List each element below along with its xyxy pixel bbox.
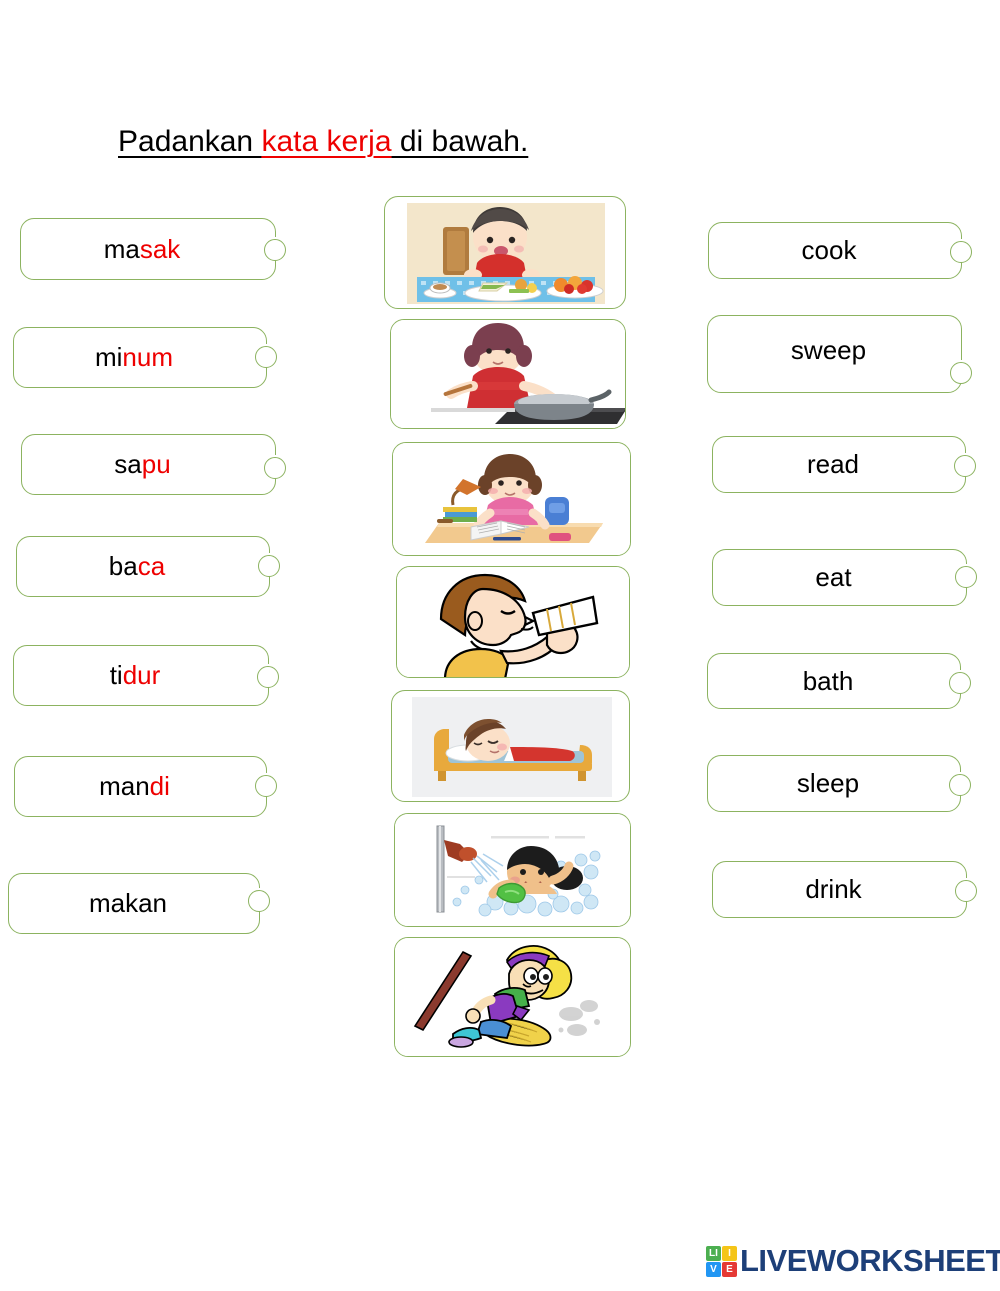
connector-dot-malay-4[interactable] [257, 666, 279, 688]
picture-box-0[interactable] [384, 196, 626, 309]
connector-dot-english-2[interactable] [954, 455, 976, 477]
title-part-1: Padankan [118, 125, 262, 158]
connector-mask [627, 733, 629, 751]
english-word-box-4[interactable]: bath [707, 653, 971, 709]
english-word-label-4: bath [802, 665, 854, 696]
malay-word-label-6: makan [88, 888, 168, 918]
malay-word-box-4[interactable]: tidur [13, 645, 279, 706]
english-word-box-0[interactable]: cook [708, 222, 972, 279]
picture-box-6[interactable] [394, 937, 631, 1057]
connector-dot-malay-2[interactable] [264, 457, 286, 479]
connector-dot-english-1[interactable] [950, 362, 972, 384]
english-word-box-5[interactable]: sleep [707, 755, 971, 812]
logo-wordmark: LIVEWORKSHEETS [740, 1243, 1000, 1278]
malay-word-box-5[interactable]: mandi [14, 756, 277, 817]
malay-word-label-4: tidur [109, 660, 161, 690]
connector-mask [627, 609, 629, 627]
english-word-label-1: sweep [790, 334, 867, 365]
english-word-box-2[interactable]: read [712, 436, 976, 493]
logo-tile-l: LI [706, 1245, 721, 1261]
english-word-box-1[interactable]: sweep [707, 315, 972, 393]
picture-sweep [395, 938, 630, 1056]
malay-word-box-2[interactable]: sapu [21, 434, 286, 495]
malay-word-box-0[interactable]: masak [20, 218, 286, 280]
picture-sleep [392, 691, 629, 801]
picture-eat [385, 197, 625, 308]
picture-bath [395, 814, 630, 926]
english-word-box-3[interactable]: eat [712, 549, 977, 606]
picture-box-5[interactable] [394, 813, 631, 927]
malay-word-label-0: masak [103, 233, 181, 264]
connector-dot-english-5[interactable] [949, 774, 971, 796]
title-part-highlighted: kata kerja [261, 125, 392, 158]
malay-word-box-6[interactable]: makan [8, 873, 270, 934]
connector-dot-malay-5[interactable] [255, 775, 277, 797]
english-word-box-6[interactable]: drink [712, 861, 977, 918]
logo-tile-v: V [706, 1261, 721, 1277]
connector-dot-malay-6[interactable] [248, 890, 270, 912]
malay-word-label-5: mandi [99, 771, 170, 801]
liveworksheets-logo[interactable]: LI I V E LIVEWORKSHEETS [706, 1243, 1000, 1279]
connector-dot-malay-3[interactable] [258, 555, 280, 577]
malay-word-box-3[interactable]: baca [16, 536, 280, 597]
connector-mask [628, 984, 630, 1002]
picture-drink [397, 567, 629, 677]
connector-dot-english-6[interactable] [955, 880, 977, 902]
title-part-3: di bawah. [391, 125, 529, 158]
picture-box-3[interactable] [396, 566, 630, 678]
connector-dot-malay-0[interactable] [264, 239, 286, 261]
picture-box-2[interactable] [392, 442, 631, 556]
connector-mask [623, 239, 625, 257]
connector-dot-english-4[interactable] [949, 672, 971, 694]
logo-tile-e: E [722, 1261, 737, 1277]
page-title: Padankan kata kerja di bawah. [118, 125, 528, 159]
logo-tiles: LI I V E [706, 1245, 737, 1277]
picture-read [393, 443, 630, 555]
english-word-label-0: cook [801, 235, 857, 265]
connector-mask [628, 856, 630, 874]
english-word-label-6: drink [805, 874, 862, 904]
connector-dot-malay-1[interactable] [255, 346, 277, 368]
english-word-label-5: sleep [796, 768, 860, 798]
malay-word-label-2: sapu [114, 449, 171, 479]
connector-dot-english-0[interactable] [950, 241, 972, 263]
connector-mask [628, 485, 630, 503]
english-word-label-2: read [806, 449, 860, 479]
logo-tile-i: I [722, 1245, 737, 1261]
picture-cook [391, 320, 625, 428]
english-word-label-3: eat [815, 562, 852, 592]
picture-box-1[interactable] [390, 319, 626, 429]
connector-mask [623, 360, 625, 378]
connector-dot-english-3[interactable] [955, 566, 977, 588]
malay-word-label-1: minum [94, 342, 173, 372]
malay-word-label-3: baca [108, 551, 166, 581]
picture-box-4[interactable] [391, 690, 630, 802]
malay-word-box-1[interactable]: minum [13, 327, 277, 388]
